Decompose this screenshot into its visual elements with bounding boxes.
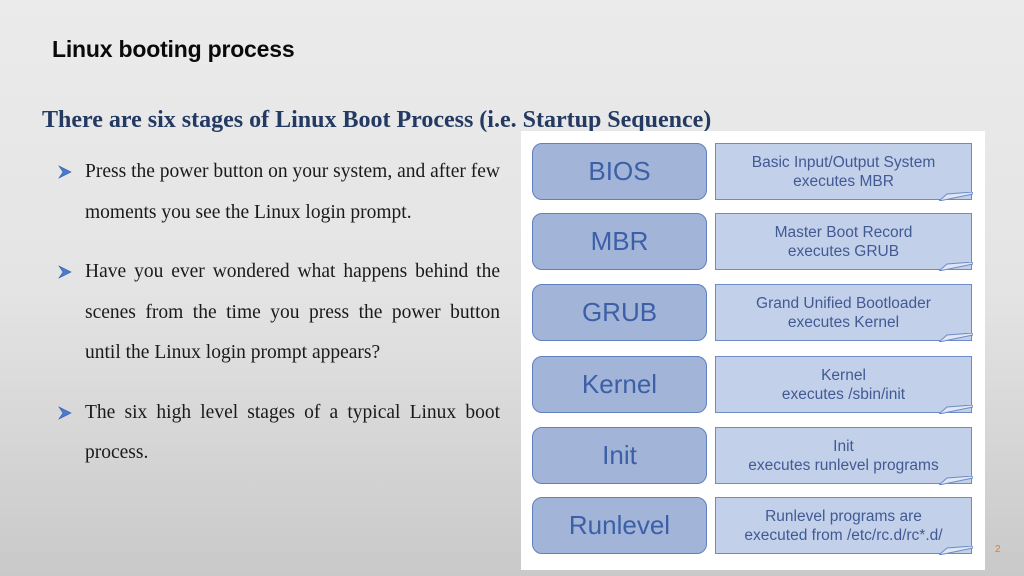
bullet-text: Have you ever wondered what happens behi… [85, 261, 500, 363]
bullet-text: Press the power button on your system, a… [85, 161, 500, 223]
note-line: Master Boot Record [774, 223, 913, 241]
stage-box-grub: GRUB [532, 284, 707, 341]
note-line: executes Kernel [787, 313, 900, 331]
page-curl-icon [939, 262, 973, 271]
note-line: executes /sbin/init [781, 385, 906, 403]
stage-box-init: Init [532, 427, 707, 484]
stage-box-kernel: Kernel [532, 356, 707, 413]
stage-box-runlevel: Runlevel [532, 497, 707, 554]
bullet-item: Have you ever wondered what happens behi… [58, 252, 500, 374]
note-line: executed from /etc/rc.d/rc*.d/ [744, 526, 943, 544]
note-line: executes runlevel programs [748, 456, 939, 474]
stage-box-mbr: MBR [532, 213, 707, 270]
boot-stages-diagram: BIOS Basic Input/Output System executes … [521, 131, 985, 570]
page-curl-icon [939, 546, 973, 555]
stage-note-runlevel: Runlevel programs are executed from /etc… [715, 497, 973, 555]
note-line: executes MBR [793, 172, 894, 190]
note-line: executes GRUB [787, 242, 900, 260]
page-number: 2 [995, 544, 1001, 555]
page-curl-icon [939, 192, 973, 201]
note-line: Grand Unified Bootloader [756, 294, 931, 312]
bullet-text: The six high level stages of a typical L… [85, 401, 500, 464]
note-line: Kernel [821, 366, 866, 384]
page-curl-icon [939, 476, 973, 485]
bullet-item: Press the power button on your system, a… [58, 152, 500, 233]
note-line: Init [833, 437, 854, 455]
bullet-item: The six high level stages of a typical L… [58, 393, 500, 474]
stage-box-bios: BIOS [532, 143, 707, 200]
arrowhead-bullet-icon [58, 165, 72, 179]
stage-note-init: Init executes runlevel programs [715, 427, 973, 485]
slide-title: Linux booting process [52, 36, 295, 62]
arrowhead-bullet-icon [58, 405, 72, 420]
arrowhead-bullet-icon [58, 265, 72, 279]
bullet-list: Press the power button on your system, a… [58, 152, 500, 493]
stage-note-bios: Basic Input/Output System executes MBR [715, 143, 973, 201]
stage-note-mbr: Master Boot Record executes GRUB [715, 213, 973, 271]
stage-note-kernel: Kernel executes /sbin/init [715, 356, 973, 414]
page-curl-icon [939, 405, 973, 414]
note-line: Basic Input/Output System [751, 153, 936, 171]
stage-note-grub: Grand Unified Bootloader executes Kernel [715, 284, 973, 342]
page-curl-icon [939, 333, 973, 342]
note-line: Runlevel programs are [765, 507, 922, 525]
